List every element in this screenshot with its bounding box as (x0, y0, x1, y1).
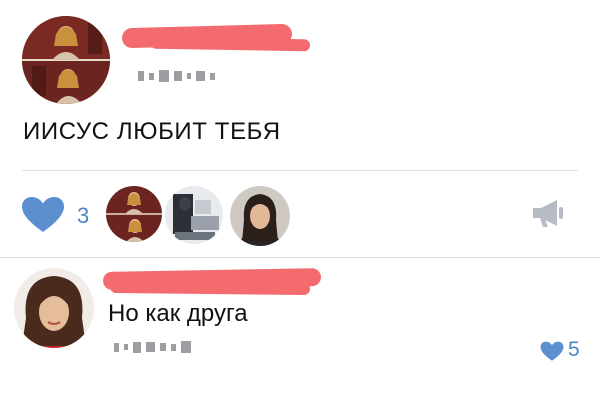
liker-avatar-3[interactable] (230, 186, 290, 246)
comment-timestamp-blur (114, 341, 191, 353)
heart-icon[interactable] (21, 196, 65, 234)
feed-screen: ИИСУС ЛЮБИТ ТЕБЯ 3 Но как друга 5 (0, 0, 600, 407)
post-divider (22, 170, 578, 171)
post-author-avatar[interactable] (22, 16, 110, 104)
comment-like-count[interactable]: 5 (568, 338, 580, 362)
liker-avatar-1[interactable] (106, 186, 162, 242)
liker-avatar-2[interactable] (165, 186, 223, 244)
comment-heart-icon[interactable] (540, 341, 564, 362)
author-name-redaction-stroke (149, 36, 311, 52)
commenter-name-redaction-stroke (109, 280, 311, 296)
comments-divider (0, 257, 600, 258)
comment-text: Но как друга (108, 300, 248, 327)
post-like-count[interactable]: 3 (77, 203, 89, 229)
post-text: ИИСУС ЛЮБИТ ТЕБЯ (23, 118, 281, 145)
commenter-avatar[interactable] (14, 268, 94, 348)
post-timestamp-blur (138, 70, 215, 82)
megaphone-icon[interactable] (531, 198, 565, 228)
